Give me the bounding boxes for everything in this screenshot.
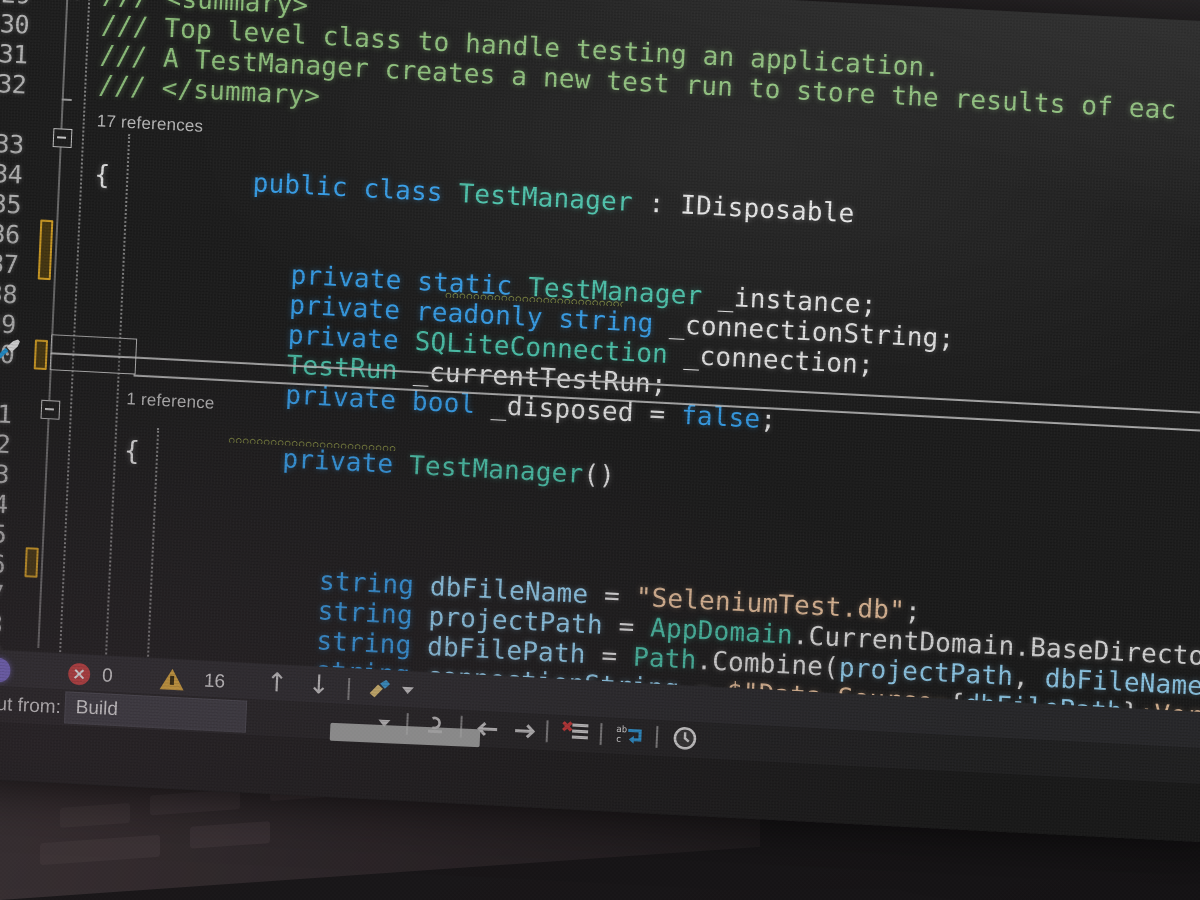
output-source-value: Build xyxy=(75,696,119,721)
line-number: 32 xyxy=(0,69,27,100)
quick-actions-icon[interactable] xyxy=(0,337,23,361)
warning-count[interactable]: 16 xyxy=(203,671,226,694)
fold-region-end xyxy=(61,98,72,101)
show-output-from-label: Show output from: xyxy=(0,689,62,719)
intellicode-icon[interactable] xyxy=(0,657,11,683)
chevron-down-icon[interactable] xyxy=(401,686,414,695)
line-number: 34 xyxy=(0,159,23,190)
word-wrap-icon[interactable]: ab c xyxy=(615,722,644,751)
token-keyword: public class xyxy=(252,168,460,209)
line-number: 35 xyxy=(0,189,22,220)
line-number: 42 xyxy=(0,428,11,460)
monitor-screen: 28 29 30 31 32 33 34 35 36 37 38 39 40 4… xyxy=(0,0,1200,844)
toolbar-separator xyxy=(347,677,351,701)
code-editor[interactable]: 28 29 30 31 32 33 34 35 36 37 38 39 40 4… xyxy=(0,0,1200,759)
token-keyword: private bool xyxy=(284,380,492,421)
clear-all-icon[interactable] xyxy=(561,719,590,748)
fold-toggle-icon[interactable] xyxy=(52,128,73,149)
svg-text:ab: ab xyxy=(616,725,627,736)
line-number: 45 xyxy=(0,518,7,550)
line-number: 48 xyxy=(0,608,3,640)
token-plain: () xyxy=(582,459,616,492)
change-marker xyxy=(33,339,49,371)
line-number: 44 xyxy=(0,488,9,520)
svg-text:c: c xyxy=(616,735,622,745)
brush-filter-icon[interactable] xyxy=(367,679,394,700)
change-marker xyxy=(24,547,39,578)
line-number: 33 xyxy=(0,129,25,160)
warning-triangle-icon xyxy=(159,668,185,691)
line-number: 36 xyxy=(0,218,21,250)
token-interface: IDisposable xyxy=(679,190,856,230)
error-circle-icon xyxy=(67,662,91,686)
toggle-timestamp-icon[interactable] xyxy=(671,725,698,756)
line-number: 29 xyxy=(1,0,31,10)
error-count[interactable]: 0 xyxy=(102,665,113,688)
toolbar-separator xyxy=(545,720,549,743)
line-number: 38 xyxy=(0,278,18,310)
line-number: 30 xyxy=(0,9,30,40)
change-marker xyxy=(37,219,54,281)
token-type: TestManager xyxy=(457,179,634,218)
token-ctor-name: TestManager xyxy=(408,450,584,490)
line-number: 31 xyxy=(0,39,29,70)
toolbar-separator xyxy=(655,725,659,748)
code-line: { xyxy=(123,436,141,467)
line-number: 41 xyxy=(0,398,13,430)
monitor-photo: 28 29 30 31 32 33 34 35 36 37 38 39 40 4… xyxy=(0,0,1200,900)
previous-item-icon[interactable]: ↑ xyxy=(265,668,288,699)
fold-toggle-icon[interactable] xyxy=(40,399,61,420)
toolbar-separator xyxy=(599,722,603,746)
line-number: 37 xyxy=(0,248,19,280)
go-to-next-icon[interactable] xyxy=(509,718,536,745)
token-plain: : xyxy=(632,187,681,221)
line-number: 39 xyxy=(0,308,17,340)
line-number: 43 xyxy=(0,458,10,490)
line-number: 47 xyxy=(0,578,5,610)
line-number: 46 xyxy=(0,548,6,580)
code-line: { xyxy=(93,160,111,192)
next-item-icon[interactable]: ↓ xyxy=(307,670,330,701)
